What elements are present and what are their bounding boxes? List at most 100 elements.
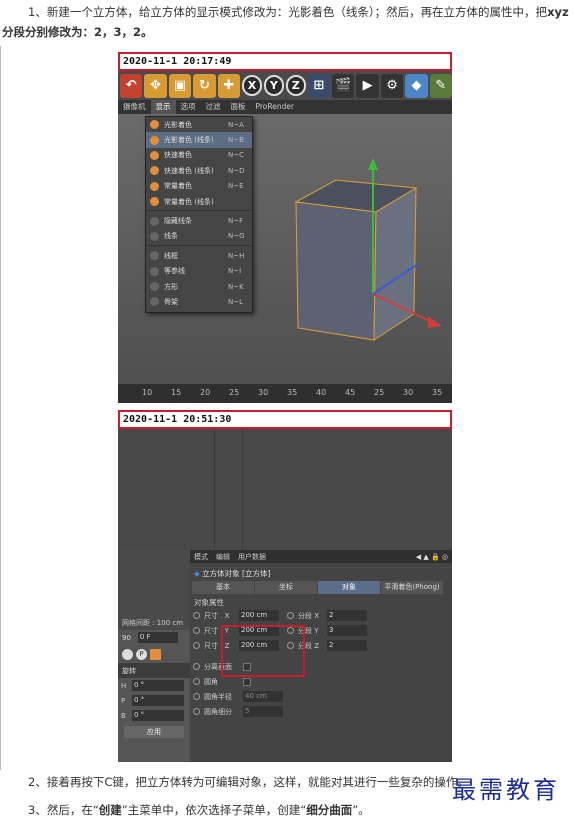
display-menu-item[interactable]: 光影着色 N~A [146, 117, 252, 132]
scale-icon[interactable]: ▣ [168, 73, 192, 98]
display-menu-item[interactable]: 隐藏线条 N~F [146, 213, 252, 228]
option-row: 圆角细分 5 [190, 704, 452, 719]
screenshot-display-mode: 2020-11-1 20:17:49 ↶ ✥ ▣ ↻ ✚ X Y Z ⊞ 🎬 ▶… [118, 52, 452, 403]
apply-button[interactable]: 应用 [124, 726, 184, 738]
radio-icon[interactable] [193, 708, 200, 715]
render-settings-icon[interactable]: ⚙ [380, 73, 404, 98]
y-axis-arrow [368, 158, 378, 170]
object-properties-heading: 对象属性 [194, 598, 224, 607]
viewport-2[interactable] [118, 429, 452, 550]
sphere-icon [150, 120, 159, 130]
rotation-axis: P [121, 696, 126, 705]
undo-icon[interactable]: ↶ [120, 73, 143, 98]
attr-menu-edit[interactable]: 编辑 [216, 552, 230, 562]
menu-panel[interactable]: 面板 [226, 100, 251, 114]
menu-filter[interactable]: 过滤 [201, 100, 226, 114]
y-axis-icon[interactable]: Y [263, 75, 284, 96]
record-icon[interactable] [122, 648, 133, 660]
tab-phong[interactable]: 平滑着色(Phong) [381, 581, 443, 594]
rotation-row: B 0 ° [118, 708, 190, 723]
film-icon[interactable] [150, 648, 161, 660]
display-menu-item[interactable]: 等参线 N~I [146, 264, 252, 279]
menu-item-shortcut: N~I [228, 267, 242, 276]
screenshot-object-properties: 2020-11-1 20:51:30 网格间距 : 100 cm 90 0 F … [118, 410, 452, 762]
key-icon[interactable]: P [136, 648, 147, 660]
segment-highlight-box [221, 625, 305, 677]
render-icon[interactable]: ▶ [356, 73, 379, 98]
display-menu-item[interactable]: 快速着色 N~C [146, 148, 252, 163]
rotation-row: P 0 ° [118, 693, 190, 708]
option-checkbox[interactable] [243, 677, 251, 686]
menu-options[interactable]: 选项 [176, 100, 201, 114]
radio-icon[interactable] [193, 663, 200, 670]
rotation-field[interactable]: 0 ° [132, 695, 184, 706]
step1-text: 1、新建一个立方体，给立方体的显示模式修改为：光影着色（线条）；然后，再在立方体… [28, 5, 548, 19]
display-menu-item[interactable]: 方形 N~K [146, 279, 252, 294]
attributes-tabs: 基本 坐标 对象 平滑着色(Phong) [192, 581, 452, 594]
step1-paragraph: 1、新建一个立方体，给立方体的显示模式修改为：光影着色（线条）；然后，再在立方体… [28, 2, 573, 22]
display-menu-item[interactable]: 常量着色 N~E [146, 179, 252, 194]
display-menu-item[interactable]: 光影着色 (线条) N~B [146, 132, 252, 148]
menu-item-label: 方形 [164, 282, 178, 291]
cube-small-icon: ◆ [194, 569, 203, 578]
coordinate-icon[interactable]: ⊞ [307, 73, 331, 98]
option-field[interactable]: 5 [243, 706, 283, 717]
radio-icon[interactable] [193, 693, 200, 700]
step3-create: 创建 [98, 803, 122, 817]
option-field[interactable]: 40 cm [243, 691, 283, 702]
spline-icon[interactable]: ✎ [429, 73, 452, 98]
menu-item-label: 常量着色 [164, 182, 192, 191]
add-icon[interactable]: ✚ [217, 73, 241, 98]
radio-icon[interactable] [193, 627, 200, 634]
size-field[interactable]: 200 cm [239, 610, 279, 621]
menu-display[interactable]: 显示 [150, 100, 176, 114]
menu-camera[interactable]: 摄像机 [118, 100, 151, 114]
menu-item-label: 快速着色 [164, 151, 192, 160]
radio-icon[interactable] [193, 642, 200, 649]
ruler-tick-label: 40 [316, 388, 327, 397]
attr-menu-mode[interactable]: 模式 [194, 552, 208, 562]
radio-icon[interactable] [287, 612, 294, 619]
cube-icon[interactable]: ◆ [405, 73, 428, 98]
sphere-icon [150, 166, 159, 176]
x-axis-icon[interactable]: X [242, 75, 262, 96]
segment-field[interactable]: 2 [327, 610, 367, 621]
tab-object[interactable]: 对象 [318, 581, 380, 594]
tab-coord[interactable]: 坐标 [255, 581, 317, 594]
render-view-icon[interactable]: 🎬 [332, 73, 355, 98]
segment-field[interactable]: 3 [327, 625, 367, 636]
display-menu-item[interactable]: 常量着色 (线条) [146, 194, 252, 209]
grey-icon [150, 297, 159, 307]
rotate-icon[interactable]: ↻ [193, 73, 216, 98]
rotation-field[interactable]: 0 ° [132, 710, 184, 721]
attr-menu-userdata[interactable]: 用户数据 [238, 552, 266, 562]
ruler-tick-label: 25 [374, 388, 385, 397]
radio-icon[interactable] [193, 678, 200, 685]
x-axis-arrow [428, 316, 442, 328]
display-menu-item[interactable]: 线条 N~G [146, 229, 252, 244]
ruler-tick-label: 30 [403, 388, 414, 397]
z-axis-icon[interactable]: Z [285, 75, 306, 96]
step1-xyz: xyz [547, 5, 569, 19]
grey-icon [150, 266, 159, 276]
menu-item-label: 常量着色 (线条) [164, 197, 214, 206]
menu-item-label: 线条 [164, 232, 178, 241]
segment-field[interactable]: 2 [327, 640, 367, 651]
ruler-tick-label: 15 [171, 388, 182, 397]
cube-side-face [373, 187, 417, 341]
radio-icon[interactable] [193, 612, 200, 619]
step1-line2: 分段分别修改为：2，3，2。 [2, 25, 153, 39]
menu-item-shortcut: N~B [228, 136, 244, 145]
sphere-icon [150, 150, 159, 160]
display-menu-item[interactable]: 快速着色 (线条) N~D [146, 163, 252, 178]
menu-prorender[interactable]: ProRender [251, 100, 300, 114]
rotation-field[interactable]: 0 ° [132, 680, 184, 691]
rotation-axis: H [121, 681, 127, 690]
display-menu-item[interactable]: 骨架 N~L [146, 294, 252, 309]
tab-basic[interactable]: 基本 [192, 581, 254, 594]
frame-field[interactable]: 0 F [137, 632, 178, 643]
display-menu-item[interactable]: 线框 N~H [146, 248, 252, 263]
menu-item-label: 等参线 [164, 267, 185, 276]
nav-back-icon[interactable]: ◀ ▲ 🔒 ◎ [416, 553, 448, 561]
move-icon[interactable]: ✥ [144, 73, 167, 98]
